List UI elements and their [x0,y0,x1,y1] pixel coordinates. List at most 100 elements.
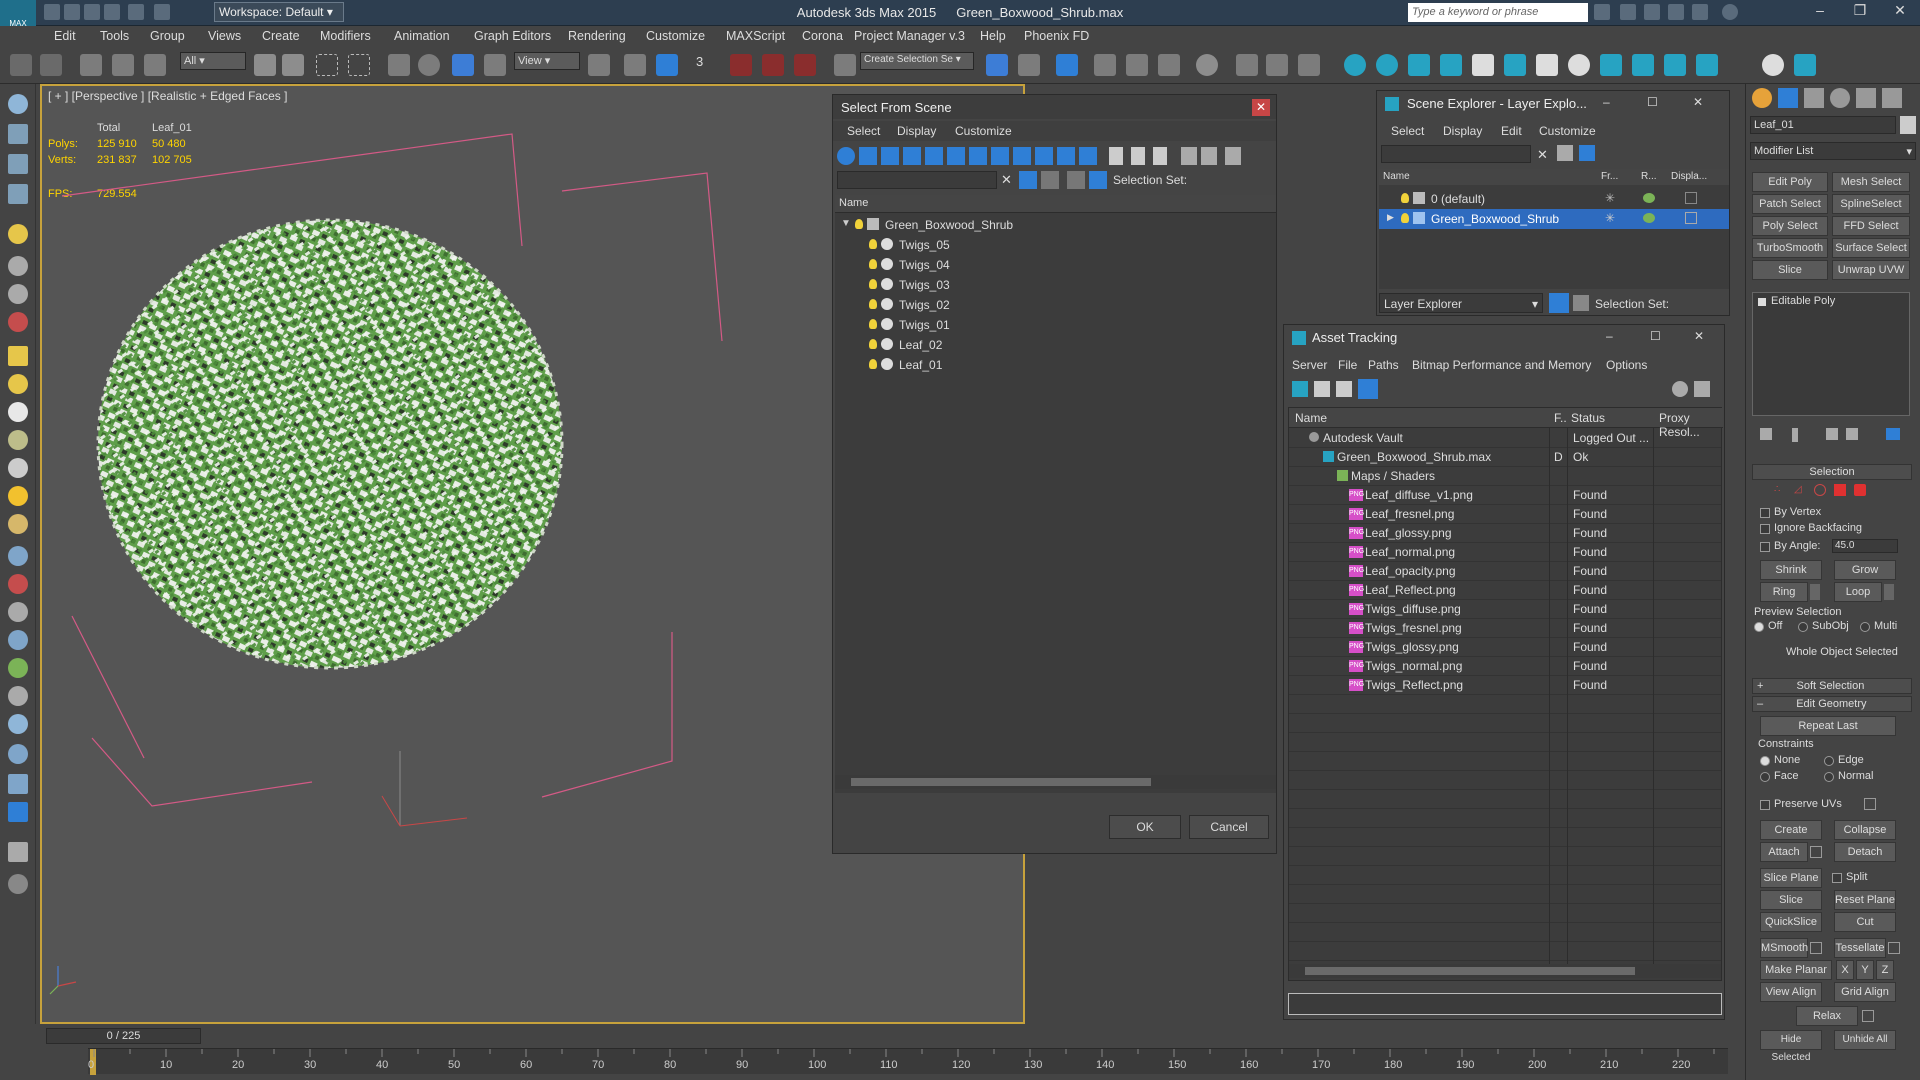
edit-geometry-rollout[interactable]: – Edit Geometry [1752,696,1912,712]
layer-row-default[interactable]: 0 (default) ✳ [1379,189,1729,209]
grow-button[interactable]: Grow [1834,560,1896,580]
border-mode-icon[interactable] [1814,484,1826,496]
tree-row-object[interactable]: Twigs_01 [835,315,1276,335]
element-mode-icon[interactable] [1854,484,1866,496]
window-crossing-icon[interactable] [348,54,370,76]
layer-explorer-icon[interactable] [1056,54,1078,76]
preserve-uvs-settings-icon[interactable] [1864,798,1876,810]
named-selection-dropdown[interactable]: Create Selection Se ▾ [860,52,974,70]
layer-view-icon[interactable] [1549,293,1569,313]
star-icon[interactable] [1668,4,1684,20]
ring-spinner[interactable] [1810,584,1820,600]
minimize-button[interactable]: – [1606,329,1613,343]
make-planar-button[interactable]: Make Planar [1760,960,1832,980]
tree-row-object[interactable]: Twigs_05 [835,235,1276,255]
lamp-icon[interactable] [1794,54,1816,76]
minimize-button[interactable]: – [1603,95,1610,109]
show-end-result-icon[interactable] [1792,428,1798,442]
unhide-all-button[interactable]: Unhide All [1834,1030,1896,1050]
filter-xrefs-icon[interactable] [991,147,1009,165]
undo-icon[interactable] [10,54,32,76]
asset-row[interactable]: PNG Leaf_glossy.png Found [1289,524,1721,543]
asset-row[interactable]: PNG Leaf_fresnel.png Found [1289,505,1721,524]
visibility-bulb-icon[interactable] [869,239,877,249]
visibility-bulb-icon[interactable] [869,319,877,329]
close-button[interactable]: ✕ [1694,329,1704,343]
poly-select-button[interactable]: Poly Select [1752,216,1828,236]
constraint-normal-radio[interactable] [1824,772,1834,782]
minimize-button[interactable]: – [1800,2,1840,22]
tree-row-object[interactable]: Twigs_04 [835,255,1276,275]
sphere-icon[interactable] [8,402,28,422]
hide-selected-button[interactable]: Hide Selected [1760,1030,1822,1063]
plant-icon[interactable] [8,430,28,450]
ignore-backfacing-checkbox[interactable] [1760,524,1770,534]
angle-spinner[interactable]: 45.0 [1832,539,1898,553]
tree-row-object[interactable]: Twigs_03 [835,275,1276,295]
skeleton-icon[interactable] [8,602,28,622]
teapot-icon[interactable] [8,94,28,114]
mirror-icon[interactable] [986,54,1008,76]
grid-align-button[interactable]: Grid Align [1834,982,1896,1002]
select-by-name-icon[interactable] [282,54,304,76]
expand-arrow-icon[interactable]: ▶ [1387,212,1394,223]
asset-row[interactable]: PNG Leaf_Reflect.png Found [1289,581,1721,600]
select-all-icon[interactable] [1109,147,1123,165]
asset-row[interactable]: Autodesk Vault Logged Out ... [1289,429,1721,448]
render-teapot-icon[interactable] [1643,213,1655,223]
by-angle-checkbox[interactable] [1760,542,1770,552]
cart-icon[interactable] [1644,4,1660,20]
reference-coord-dropdown[interactable]: View ▾ [514,52,580,70]
asset-row[interactable]: PNG Twigs_glossy.png Found [1289,638,1721,657]
tessellate-settings-icon[interactable] [1888,942,1900,954]
binoculars-icon[interactable] [1594,4,1610,20]
disc-icon[interactable] [8,514,28,534]
filter-bones-icon[interactable] [1013,147,1031,165]
view-align-button[interactable]: View Align [1760,982,1822,1002]
display-tab-icon[interactable] [1856,88,1876,108]
filter-spacewarps-icon[interactable] [947,147,965,165]
close-button[interactable]: ✕ [1693,95,1703,109]
scatter-icon[interactable] [1440,54,1462,76]
menu-tools[interactable]: Tools [100,29,129,43]
table-view-icon[interactable] [1358,379,1378,399]
globe-icon[interactable] [8,714,28,734]
menu-phoenix-fd[interactable]: Phoenix FD [1024,29,1089,43]
settings-icon[interactable] [8,842,28,862]
select-invert-icon[interactable] [1153,147,1167,165]
surface-select-button[interactable]: Surface Select [1832,238,1910,258]
utilities-tab-icon[interactable] [1882,88,1902,108]
modify-tab-icon[interactable] [1778,88,1798,108]
polygon-mode-icon[interactable] [1834,484,1846,496]
patch-select-button[interactable]: Patch Select [1752,194,1828,214]
filter-containers-icon[interactable] [1035,147,1053,165]
motion-tab-icon[interactable] [1830,88,1850,108]
maximize-button[interactable]: ❐ [1840,2,1880,22]
schematic-view-icon[interactable] [1158,54,1180,76]
at-col-flags[interactable]: F.. [1554,411,1567,425]
preserve-uvs-checkbox[interactable] [1760,800,1770,810]
sun-icon[interactable] [8,486,28,506]
asset-row[interactable]: PNG Twigs_fresnel.png Found [1289,619,1721,638]
camera-icon[interactable] [1408,54,1430,76]
se-add-layer-icon[interactable] [1579,145,1595,161]
at-menu-paths[interactable]: Paths [1368,358,1399,372]
se-menu-select[interactable]: Select [1391,124,1424,138]
planar-y-button[interactable]: Y [1856,960,1874,980]
scene-icon[interactable] [8,802,28,822]
menu-project-manager[interactable]: Project Manager v.3 [854,29,965,43]
horizontal-scrollbar[interactable] [835,775,1276,789]
se-menu-customize[interactable]: Customize [1539,124,1596,138]
menu-maxscript[interactable]: MAXScript [726,29,785,43]
render-teapot-icon[interactable] [1643,193,1655,203]
asset-row[interactable]: Green_Boxwood_Shrub.max D Ok [1289,448,1721,467]
pin-stack-icon[interactable] [1760,428,1772,440]
make-unique-icon[interactable] [1826,428,1838,440]
refresh-icon[interactable] [1568,54,1590,76]
at-col-status[interactable]: Status [1571,411,1605,425]
msmooth-settings-icon[interactable] [1810,942,1822,954]
filter-cameras-icon[interactable] [903,147,921,165]
menu-help[interactable]: Help [980,29,1006,43]
unlink-icon[interactable] [112,54,134,76]
asset-row[interactable]: Maps / Shaders [1289,467,1721,486]
